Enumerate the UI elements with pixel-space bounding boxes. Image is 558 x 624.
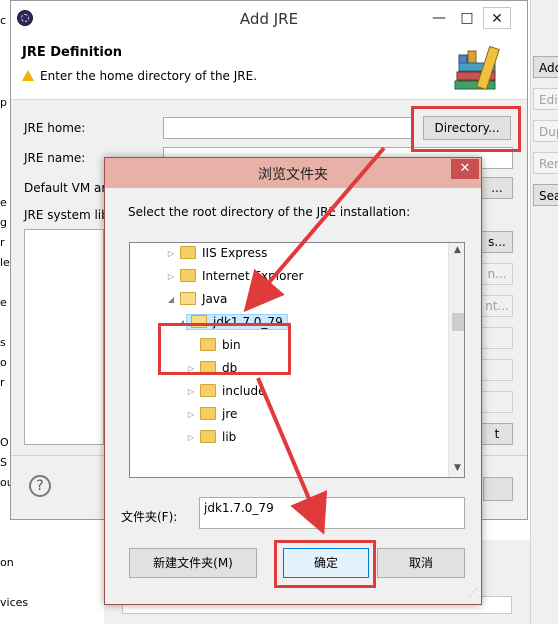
tree-item[interactable]: ▷ jre	[186, 404, 237, 424]
external-jars-button[interactable]: s...	[481, 231, 513, 253]
javadoc-location-button[interactable]: n...	[481, 263, 513, 285]
bg-fragment: p	[0, 96, 7, 109]
expand-icon[interactable]: ▷	[186, 405, 196, 425]
scroll-thumb[interactable]	[452, 313, 464, 331]
scroll-up-icon[interactable]: ▲	[449, 245, 464, 255]
tree-item[interactable]: ▷ Internet Explorer	[166, 266, 303, 286]
browse-titlebar: 浏览文件夹 ✕	[105, 158, 481, 188]
annotation-box-jdk	[158, 323, 291, 375]
bg-fragment: o	[0, 356, 7, 369]
bg-fragment: S	[0, 456, 7, 469]
bg-add-button[interactable]: Add...	[533, 56, 558, 78]
jre-warning-message: Enter the home directory of the JRE.	[22, 69, 257, 83]
jre-home-input[interactable]	[163, 117, 413, 139]
tree-item[interactable]: ▷ IIS Express	[166, 243, 267, 263]
down-button[interactable]	[481, 391, 513, 413]
warning-text: Enter the home directory of the JRE.	[40, 69, 258, 83]
system-libraries-label: JRE system lib	[24, 208, 109, 222]
restore-default-button[interactable]: t	[481, 423, 513, 445]
jre-home-label: JRE home:	[24, 121, 86, 135]
bg-fragment: O	[0, 436, 9, 449]
tree-scrollbar[interactable]: ▲ ▼	[448, 243, 464, 477]
bg-remove-button[interactable]: Remove	[533, 152, 558, 174]
source-attachment-button[interactable]: nt...	[481, 295, 513, 317]
bg-duplicate-button[interactable]: Duplicate...	[533, 120, 558, 142]
cancel-button[interactable]: 取消	[377, 548, 465, 578]
bg-fragment: g	[0, 216, 7, 229]
browse-folder-dialog: 浏览文件夹 ✕ Select the root directory of the…	[104, 157, 482, 605]
folder-icon	[180, 246, 196, 259]
expand-icon[interactable]: ▷	[166, 244, 176, 264]
close-icon[interactable]: ✕	[451, 159, 479, 179]
annotation-box-directory	[411, 106, 521, 152]
jre-name-label: JRE name:	[24, 151, 86, 165]
folder-icon	[180, 269, 196, 282]
folder-input[interactable]: jdk1.7.0_79	[199, 497, 465, 529]
expand-icon[interactable]: ▷	[186, 428, 196, 448]
resize-grip[interactable]: ⋰	[469, 588, 478, 598]
expand-icon[interactable]: ▷	[166, 267, 176, 287]
background-window-edge	[0, 0, 10, 624]
remove-library-button[interactable]	[481, 327, 513, 349]
variables-button[interactable]: ...	[481, 177, 513, 199]
bg-edit-button[interactable]: Edit...	[533, 88, 558, 110]
bg-fragment: c	[0, 14, 7, 27]
scroll-down-icon[interactable]: ▼	[449, 463, 464, 473]
browse-prompt: Select the root directory of the JRE ins…	[128, 205, 411, 219]
bg-search-button[interactable]: Search...	[533, 184, 558, 206]
folder-icon	[200, 384, 216, 397]
folder-icon	[200, 430, 216, 443]
tree-item[interactable]: ▷ lib	[186, 427, 236, 447]
bg-fragment: vices	[0, 596, 29, 609]
folder-label: 文件夹(F):	[121, 510, 178, 524]
add-jre-titlebar: Add JRE — □ ✕	[11, 1, 527, 35]
expand-icon[interactable]: ▷	[186, 382, 196, 402]
bg-fragment: le	[0, 256, 10, 269]
bg-fragment: r	[0, 236, 5, 249]
jre-definition-heading: JRE Definition	[22, 45, 123, 60]
tree-item[interactable]: ◢ Java	[166, 289, 227, 309]
bg-fragment: e	[0, 196, 7, 209]
tree-item[interactable]: ▷ include	[186, 381, 265, 401]
cancel-button-partial[interactable]	[483, 477, 513, 501]
maximize-icon[interactable]: □	[453, 7, 481, 29]
folder-icon	[200, 407, 216, 420]
help-icon[interactable]: ?	[29, 475, 51, 497]
minimize-icon[interactable]: —	[425, 7, 453, 29]
close-icon[interactable]: ✕	[483, 7, 511, 29]
annotation-box-ok	[274, 540, 376, 588]
system-libraries-list[interactable]	[24, 229, 104, 445]
collapse-icon[interactable]: ◢	[166, 290, 176, 310]
new-folder-button[interactable]: 新建文件夹(M)	[129, 548, 257, 578]
bg-fragment: e	[0, 296, 7, 309]
bg-fragment: r	[0, 376, 5, 389]
up-button[interactable]	[481, 359, 513, 381]
warning-icon	[22, 70, 34, 81]
jre-definition-banner: JRE Definition Enter the home directory …	[11, 35, 527, 100]
browse-title: 浏览文件夹	[258, 167, 328, 183]
bg-fragment: s	[0, 336, 6, 349]
folder-open-icon	[180, 292, 196, 305]
default-vm-label: Default VM ar	[24, 181, 107, 195]
books-icon	[454, 45, 500, 91]
bg-fragment: on	[0, 556, 14, 569]
